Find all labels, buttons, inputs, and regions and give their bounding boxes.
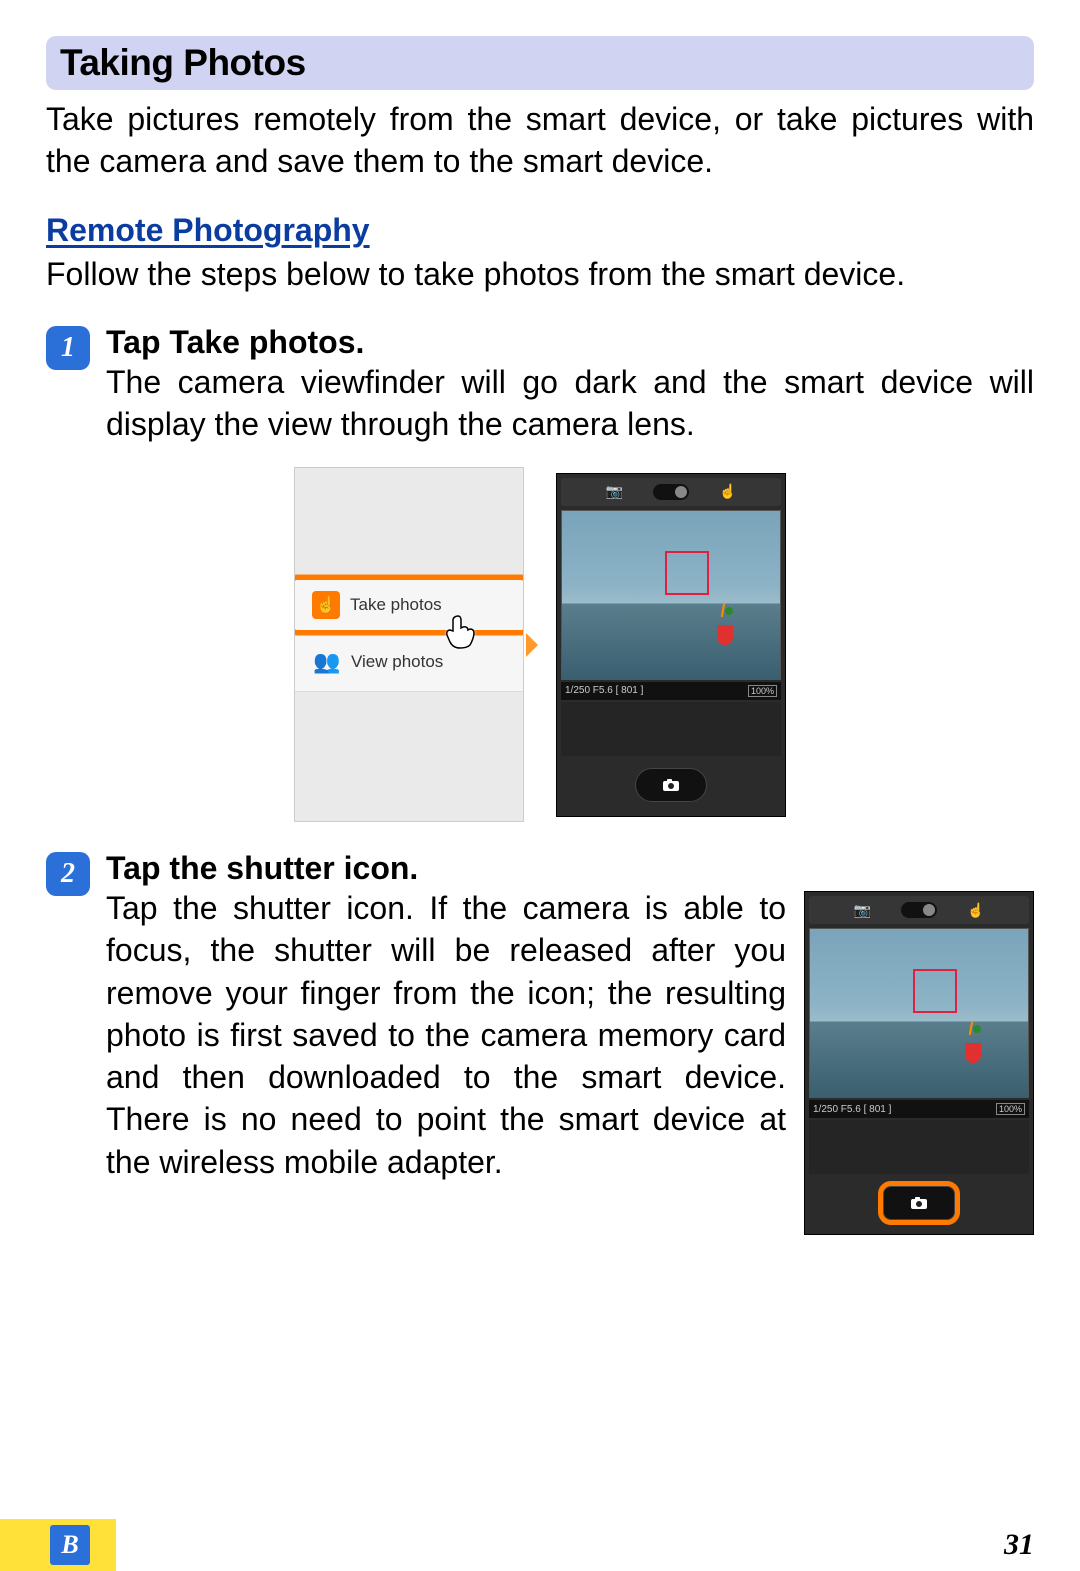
step-1: 1 Tap Take photos. The camera viewfinder…	[46, 324, 1034, 445]
step1-title: Tap Take photos.	[106, 324, 1034, 361]
camera-mode-icon: 📷	[854, 902, 871, 919]
thumbnail-strip	[561, 702, 781, 756]
menu-view-photos[interactable]: 👥 View photos	[295, 632, 523, 692]
shutter-button-highlighted[interactable]	[883, 1186, 955, 1220]
step-number-badge-2: 2	[46, 852, 90, 896]
phone-viewfinder-screenshot-1: 📷 ☝ 1/250 F5.6 [ 801 ] 100%	[556, 473, 786, 817]
step2-text: Tap the shutter icon. If the camera is a…	[106, 887, 786, 1183]
take-photos-icon: ☝	[312, 591, 340, 619]
step1-title-pre: Tap	[106, 324, 169, 360]
section-title: Taking Photos	[60, 42, 1020, 84]
exposure-info: 1/250 F5.6 [ 801 ]	[565, 685, 643, 696]
exposure-info-bar-2: 1/250 F5.6 [ 801 ] 100%	[809, 1100, 1029, 1118]
section-letter-badge: B	[50, 1525, 90, 1565]
section-title-bar: Taking Photos	[46, 36, 1034, 90]
phone-menu-screenshot: ☝ Take photos 👥 View photos	[294, 467, 524, 822]
exposure-info-bar: 1/250 F5.6 [ 801 ] 100%	[561, 682, 781, 700]
step-number-badge: 1	[46, 326, 90, 370]
focus-indicator-2	[913, 969, 957, 1013]
camera-mode-icon: 📷	[606, 483, 623, 500]
phone-viewfinder-screenshot-2: 📷 ☝ 1/250 F5.6 [ 801 ] 100	[804, 891, 1034, 1235]
step1-title-bold: Take photos	[169, 324, 355, 360]
step-2: 2 Tap the shutter icon. Tap the shutter …	[46, 850, 1034, 1235]
step1-text: The camera viewfinder will go dark and t…	[106, 361, 1034, 445]
touch-mode-icon: ☝	[719, 483, 736, 500]
subsection-heading: Remote Photography	[46, 212, 1034, 249]
menu-take-photos[interactable]: ☝ Take photos	[294, 575, 524, 635]
mode-toggle[interactable]	[653, 484, 689, 500]
view-photos-icon: 👥	[313, 648, 341, 676]
page-footer: B 31	[0, 1519, 1080, 1571]
live-view-image-2	[809, 928, 1029, 1098]
subsection-text: Follow the steps below to take photos fr…	[46, 253, 1034, 295]
step1-figures: ☝ Take photos 👥 View photos 📷 ☝	[46, 467, 1034, 822]
step1-title-post: .	[356, 324, 365, 360]
subject-cocktail	[712, 607, 738, 645]
thumbnail-strip-2	[809, 1120, 1029, 1174]
touch-mode-icon: ☝	[967, 902, 984, 919]
exposure-info-2: 1/250 F5.6 [ 801 ]	[813, 1104, 891, 1115]
camera-icon	[910, 1196, 928, 1210]
camera-icon	[662, 778, 680, 792]
battery-badge: 100%	[748, 685, 777, 697]
live-view-image	[561, 510, 781, 680]
step2-title: Tap the shutter icon.	[106, 850, 1034, 887]
battery-badge-2: 100%	[996, 1103, 1025, 1115]
menu-view-label: View photos	[351, 652, 443, 672]
intro-text: Take pictures remotely from the smart de…	[46, 98, 1034, 182]
focus-indicator	[665, 551, 709, 595]
subject-cocktail-2	[960, 1025, 986, 1063]
mode-toggle-2[interactable]	[901, 902, 937, 918]
viewfinder-topbar: 📷 ☝	[561, 478, 781, 506]
menu-take-label: Take photos	[350, 595, 442, 615]
page-number: 31	[1004, 1528, 1034, 1562]
arrow-icon	[526, 633, 538, 657]
viewfinder-topbar-2: 📷 ☝	[809, 896, 1029, 924]
shutter-button[interactable]	[635, 768, 707, 802]
pointer-hand-icon	[444, 610, 484, 660]
